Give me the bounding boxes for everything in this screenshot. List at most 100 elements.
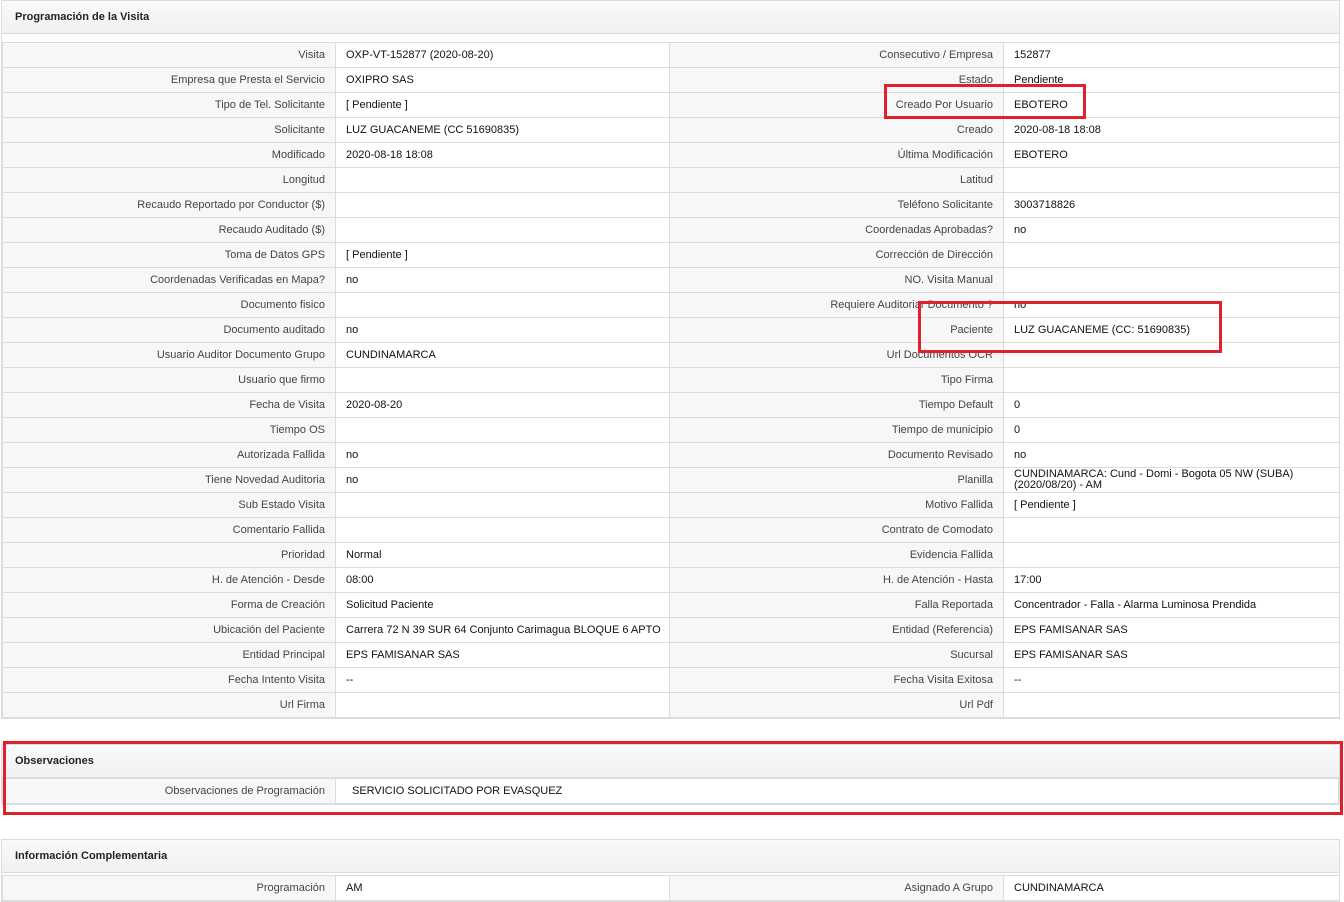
field-label: Fecha Intento Visita [2,667,336,693]
field-value: LUZ GUACANEME (CC 51690835) [335,117,670,143]
field-label: Corrección de Dirección [669,242,1004,268]
table-row: Observaciones de Programación SERVICIO S… [2,778,1339,804]
field-label: Toma de Datos GPS [2,242,336,268]
field-label: Usuario Auditor Documento Grupo [2,342,336,368]
table-row: Entidad Principal EPS FAMISANAR SAS Sucurs… [2,642,1340,668]
field-label: H. de Atención - Desde [2,567,336,593]
table-row: Longitud Latitud [2,167,1340,193]
field-value [1003,242,1340,268]
field-label: Consecutivo / Empresa [669,42,1004,68]
field-value [335,492,670,518]
field-value [1003,542,1340,568]
field-value: 2020-08-18 18:08 [1003,117,1340,143]
field-label: Evidencia Fallida [669,542,1004,568]
programacion-panel: Programación de la Visita Visita OXP-VT-1… [1,0,1340,719]
field-value [1003,692,1340,718]
field-label: Teléfono Solicitante [669,192,1004,218]
field-label: Recaudo Auditado ($) [2,217,336,243]
field-label: Estado [669,67,1004,93]
field-value [1003,342,1340,368]
complementaria-panel: Información Complementaria Programación A… [1,839,1340,902]
field-label: Contrato de Comodato [669,517,1004,543]
field-label: Fecha Visita Exitosa [669,667,1004,693]
field-label: Coordenadas Verificadas en Mapa? [2,267,336,293]
field-label: NO. Visita Manual [669,267,1004,293]
field-value: no [335,467,670,493]
field-value: EPS FAMISANAR SAS [335,642,670,668]
field-value: Normal [335,542,670,568]
field-label: Url Documentos OCR [669,342,1004,368]
field-label: Requiere Auditoriar Documento ? [669,292,1004,318]
field-value: CUNDINAMARCA: Cund - Domi - Bogota 05 NW… [1003,467,1340,493]
field-label: Recaudo Reportado por Conductor ($) [2,192,336,218]
field-label: Coordenadas Aprobadas? [669,217,1004,243]
field-value: -- [1003,667,1340,693]
field-label: Longitud [2,167,336,193]
field-label: Solicitante [2,117,336,143]
table-row: Prioridad Normal Evidencia Fallida [2,542,1340,568]
field-label: Autorizada Fallida [2,442,336,468]
field-value [335,167,670,193]
table-row: Documento fisico Requiere Auditoriar Docu… [2,292,1340,318]
field-value [1003,167,1340,193]
table-row: Url Firma Url Pdf [2,692,1340,718]
observaciones-table: Observaciones de Programación SERVICIO S… [2,778,1339,804]
field-label: Entidad (Referencia) [669,617,1004,643]
field-value: 0 [1003,417,1340,443]
field-value: Pendiente [1003,67,1340,93]
table-row: Recaudo Auditado ($) Coordenadas Aprobada… [2,217,1340,243]
field-label: Documento fisico [2,292,336,318]
field-label: Documento auditado [2,317,336,343]
field-value: OXP-VT-152877 (2020-08-20) [335,42,670,68]
table-row: Usuario Auditor Documento Grupo CUNDINAMA… [2,342,1340,368]
field-value: Concentrador - Falla - Alarma Luminosa P… [1003,592,1340,618]
observaciones-value: SERVICIO SOLICITADO POR EVASQUEZ [335,778,1339,804]
table-row: Forma de Creación Solicitud Paciente Falla… [2,592,1340,618]
field-value: 2020-08-20 [335,392,670,418]
field-label: Última Modificación [669,142,1004,168]
field-value: Solicitud Paciente [335,592,670,618]
field-label: Planilla [669,467,1004,493]
field-value [335,692,670,718]
field-label: Comentario Fallida [2,517,336,543]
field-label: Paciente [669,317,1004,343]
field-label: Sucursal [669,642,1004,668]
table-row: Comentario Fallida Contrato de Comodato [2,517,1340,543]
table-row: Fecha de Visita 2020-08-20 Tiempo Default… [2,392,1340,418]
field-value: 08:00 [335,567,670,593]
field-value: 0 [1003,392,1340,418]
field-label: Tipo de Tel. Solicitante [2,92,336,118]
field-label: Entidad Principal [2,642,336,668]
field-label: Url Pdf [669,692,1004,718]
field-value: EPS FAMISANAR SAS [1003,642,1340,668]
field-label: Fecha de Visita [2,392,336,418]
table-row: Toma de Datos GPS[ Pendiente ] Corrección… [2,242,1340,268]
field-value: OXIPRO SAS [335,67,670,93]
field-label: Url Firma [2,692,336,718]
field-value [335,367,670,393]
complementaria-table: Programación AM Asignado A Grupo CUNDINAMAR… [2,875,1340,901]
table-row: Ubicación del Paciente Carrera 72 N 39 SU… [2,617,1340,643]
field-value: no [335,317,670,343]
field-label: Tiempo de municipio [669,417,1004,443]
field-value: -- [335,667,670,693]
table-row: Usuario que firmo Tipo Firma [2,367,1340,393]
complementaria-title: Información Complementaria [2,840,1339,873]
observaciones-title: Observaciones [2,745,1339,778]
field-value: CUNDINAMARCA [335,342,670,368]
table-row: Sub Estado Visita Motivo Fallida[ Pendien… [2,492,1340,518]
table-row: Fecha Intento Visita -- Fecha Visita Exit… [2,667,1340,693]
field-value: LUZ GUACANEME (CC: 51690835) [1003,317,1340,343]
observaciones-label: Observaciones de Programación [2,778,336,804]
field-value [1003,267,1340,293]
field-label: Tiempo OS [2,417,336,443]
table-row: Visita OXP-VT-152877 (2020-08-20) Consecut… [2,42,1340,68]
field-value: no [1003,442,1340,468]
field-value: 3003718826 [1003,192,1340,218]
field-value [1003,517,1340,543]
field-label: Tiempo Default [669,392,1004,418]
field-value: EBOTERO [1003,92,1340,118]
field-label: Motivo Fallida [669,492,1004,518]
field-value: 152877 [1003,42,1340,68]
field-value [335,517,670,543]
